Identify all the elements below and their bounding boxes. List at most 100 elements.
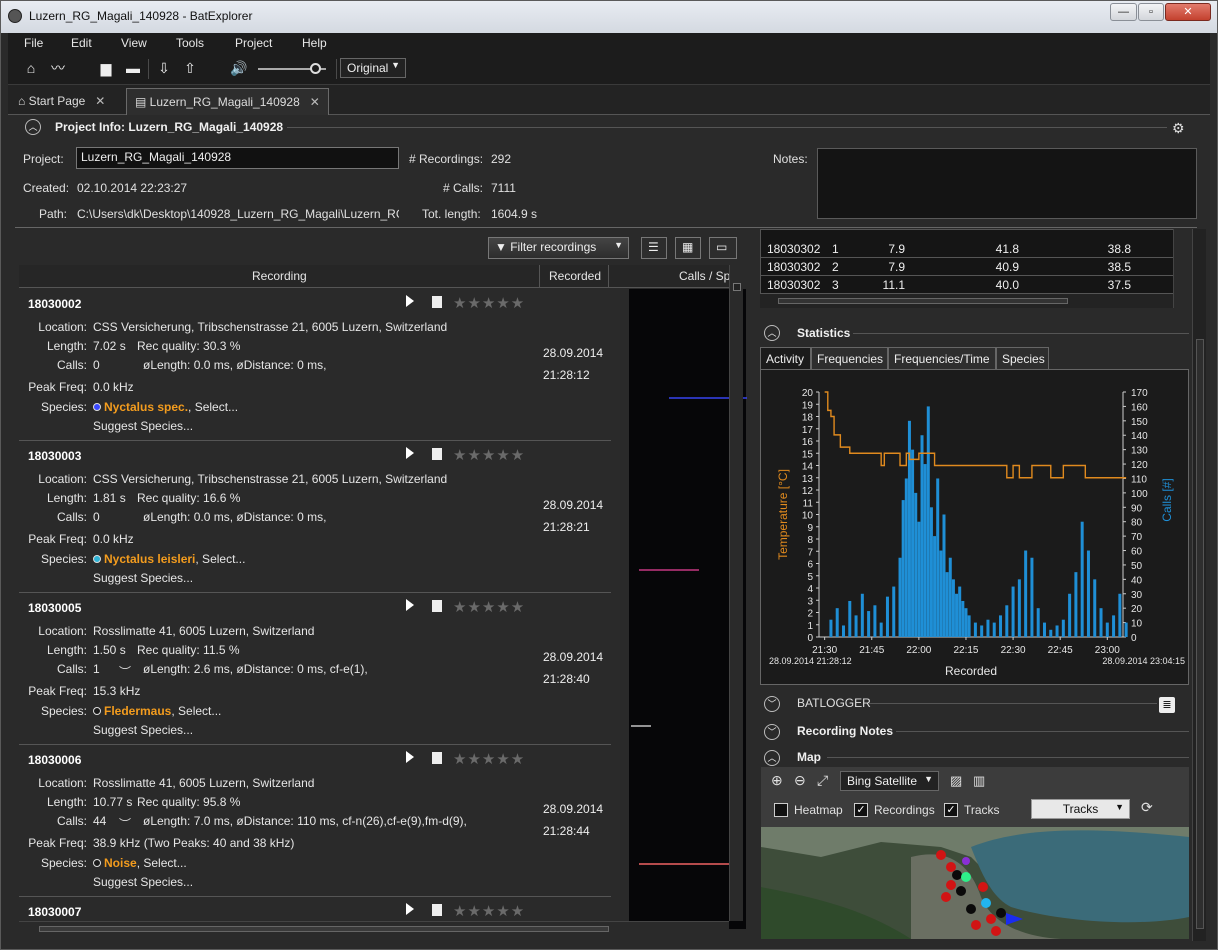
- rating-stars[interactable]: ★★★★★: [453, 750, 525, 768]
- rating-stars[interactable]: ★★★★★: [453, 294, 525, 312]
- collapse-map-button[interactable]: ︿: [764, 750, 780, 766]
- col-recorded[interactable]: Recorded: [549, 269, 601, 283]
- tab-project[interactable]: ▤ Luzern_RG_Magali_140928 ✕: [126, 88, 329, 115]
- list-item[interactable]: 18030005 ★★★★★ Location: Rosslimatte 41, 60…: [19, 593, 746, 745]
- collapse-project-info-button[interactable]: ︿: [25, 119, 41, 135]
- rating-stars[interactable]: ★★★★★: [453, 598, 525, 616]
- list-view-button[interactable]: ☰: [641, 237, 667, 259]
- map-provider-dropdown[interactable]: Bing Satellite ▼: [840, 771, 939, 791]
- delete-icon[interactable]: [432, 296, 442, 308]
- col-recording[interactable]: Recording: [252, 269, 307, 283]
- volume-slider-handle[interactable]: [310, 63, 321, 74]
- notes-textarea[interactable]: [817, 148, 1197, 219]
- menu-file[interactable]: File: [24, 36, 43, 50]
- expand-batlogger-button[interactable]: ﹀: [764, 696, 780, 712]
- species-name[interactable]: Fledermaus: [104, 704, 171, 718]
- play-icon[interactable]: [406, 599, 414, 611]
- suggest-species-link[interactable]: Suggest Species...: [93, 723, 193, 737]
- list-item[interactable]: 18030006 ★★★★★ Location: Rosslimatte 41, 60…: [19, 745, 746, 897]
- tracks-dropdown[interactable]: Tracks ▼: [1031, 799, 1130, 819]
- play-icon[interactable]: [406, 295, 414, 307]
- list-vertical-scrollbar[interactable]: [729, 265, 743, 921]
- close-tab-icon[interactable]: ✕: [310, 95, 320, 109]
- import-icon[interactable]: ⇩: [155, 59, 173, 77]
- species-value[interactable]: Nyctalus leisleri, Select...: [93, 552, 245, 566]
- recorded-date: 28.09.2014: [543, 650, 604, 664]
- settings-gear-icon[interactable]: ⚙: [1172, 120, 1185, 137]
- expand-recording-notes-button[interactable]: ﹀: [764, 724, 780, 740]
- maximize-button[interactable]: ▫: [1138, 3, 1164, 21]
- collapse-statistics-button[interactable]: ︿: [764, 325, 780, 341]
- species-name[interactable]: Noise: [104, 856, 137, 870]
- rating-stars[interactable]: ★★★★★: [453, 446, 525, 464]
- rating-stars[interactable]: ★★★★★: [453, 902, 525, 920]
- play-icon[interactable]: [406, 751, 414, 763]
- menu-edit[interactable]: Edit: [71, 36, 92, 50]
- menu-view[interactable]: View: [121, 36, 147, 50]
- log-icon[interactable]: ≣: [1159, 697, 1175, 713]
- minimize-button[interactable]: —: [1110, 3, 1137, 21]
- close-window-button[interactable]: ✕: [1165, 3, 1211, 21]
- menu-project[interactable]: Project: [235, 36, 272, 50]
- map-layers-icon[interactable]: ▥: [973, 773, 985, 789]
- fit-extent-icon[interactable]: ⤢: [817, 772, 828, 789]
- zoom-out-icon[interactable]: ⊖: [794, 772, 806, 789]
- species-name[interactable]: Nyctalus spec.: [104, 400, 188, 414]
- species-select-link[interactable]: , Select...: [137, 856, 187, 870]
- y-right-tick-label: 140: [1131, 431, 1148, 442]
- table-vertical-scrollbar[interactable]: [1173, 229, 1187, 308]
- suggest-species-link[interactable]: Suggest Species...: [93, 419, 193, 433]
- list-horizontal-scrollbar[interactable]: [19, 921, 729, 935]
- details-view-button[interactable]: ▭: [709, 237, 737, 259]
- suggest-species-link[interactable]: Suggest Species...: [93, 875, 193, 889]
- tracks-checkbox[interactable]: ✓: [944, 803, 958, 817]
- menu-tools[interactable]: Tools: [176, 36, 204, 50]
- delete-icon[interactable]: [432, 904, 442, 916]
- analyze-icon[interactable]: 〰: [49, 59, 67, 77]
- filter-recordings-dropdown[interactable]: ▼ Filter recordings ▼: [488, 237, 629, 259]
- volume-slider[interactable]: [258, 63, 326, 74]
- satellite-map[interactable]: [761, 827, 1189, 939]
- play-icon[interactable]: [406, 903, 414, 915]
- tab-start-page[interactable]: ⌂ Start Page ✕: [10, 88, 113, 115]
- delete-icon[interactable]: [432, 752, 442, 764]
- tab-activity[interactable]: Activity: [760, 347, 811, 370]
- tab-species[interactable]: Species: [996, 347, 1049, 370]
- table-row[interactable]: 18030302 2 7.9 40.9 38.5: [761, 258, 1173, 276]
- species-name[interactable]: Nyctalus leisleri: [104, 552, 195, 566]
- project-name-input[interactable]: Luzern_RG_Magali_140928: [76, 147, 399, 169]
- export-icon[interactable]: ⇧: [181, 59, 199, 77]
- species-select-link[interactable]: , Select...: [195, 552, 245, 566]
- home-icon[interactable]: ⌂: [22, 59, 40, 77]
- save-icon[interactable]: ▆: [97, 59, 115, 77]
- species-select-link[interactable]: , Select...: [188, 400, 238, 414]
- species-value[interactable]: Noise, Select...: [93, 856, 187, 870]
- table-row[interactable]: 18030302 1 7.9 41.8 38.8: [761, 240, 1173, 258]
- recordings-checkbox[interactable]: ✓: [854, 803, 868, 817]
- table-horizontal-scrollbar[interactable]: [760, 294, 1174, 308]
- heatmap-checkbox[interactable]: [774, 803, 788, 817]
- folder-icon[interactable]: ▬: [124, 59, 142, 77]
- menu-help[interactable]: Help: [302, 36, 327, 50]
- table-row[interactable]: 18030302 3 11.1 40.0 37.5: [761, 276, 1173, 294]
- delete-icon[interactable]: [432, 448, 442, 460]
- species-select-link[interactable]: , Select...: [171, 704, 221, 718]
- delete-icon[interactable]: [432, 600, 442, 612]
- right-panel-scrollbar[interactable]: [1192, 229, 1206, 941]
- play-icon[interactable]: [406, 447, 414, 459]
- grid-view-button[interactable]: ▦: [675, 237, 701, 259]
- tab-frequencies-time[interactable]: Frequencies/Time: [888, 347, 996, 370]
- col-calls[interactable]: Calls / Sp: [679, 269, 730, 283]
- species-value[interactable]: Fledermaus, Select...: [93, 704, 221, 718]
- add-track-icon[interactable]: ⟳: [1141, 799, 1153, 816]
- list-item[interactable]: 18030002 ★★★★★ Location: CSS Versicherung, …: [19, 289, 747, 441]
- close-tab-icon[interactable]: ✕: [95, 94, 105, 108]
- suggest-species-link[interactable]: Suggest Species...: [93, 571, 193, 585]
- export-map-icon[interactable]: ▨: [950, 773, 962, 789]
- zoom-in-icon[interactable]: ⊕: [771, 772, 783, 789]
- species-value[interactable]: Nyctalus spec., Select...: [93, 400, 238, 414]
- list-item[interactable]: 18030003 ★★★★★ Location: CSS Versicherung, …: [19, 441, 746, 593]
- volume-icon[interactable]: 🔊: [230, 59, 248, 77]
- zoom-mode-dropdown[interactable]: Original ▼: [340, 58, 406, 78]
- tab-frequencies[interactable]: Frequencies: [811, 347, 888, 370]
